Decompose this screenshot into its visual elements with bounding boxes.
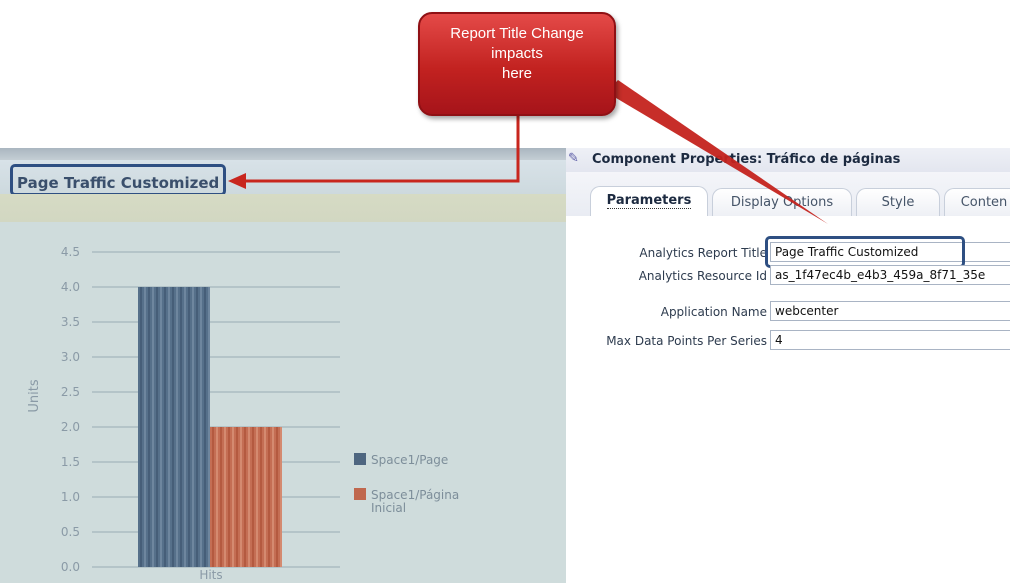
callout-arrow-to-report-title (244, 116, 520, 183)
callout-line-2: impacts (491, 45, 543, 62)
annotation-callout: Report Title Change impacts here (418, 12, 616, 116)
callout-pointer-to-properties (606, 80, 828, 224)
arrowhead-left (228, 173, 246, 189)
callout-line-3: here (501, 65, 533, 82)
callout-line-1: Report Title Change (450, 25, 584, 42)
